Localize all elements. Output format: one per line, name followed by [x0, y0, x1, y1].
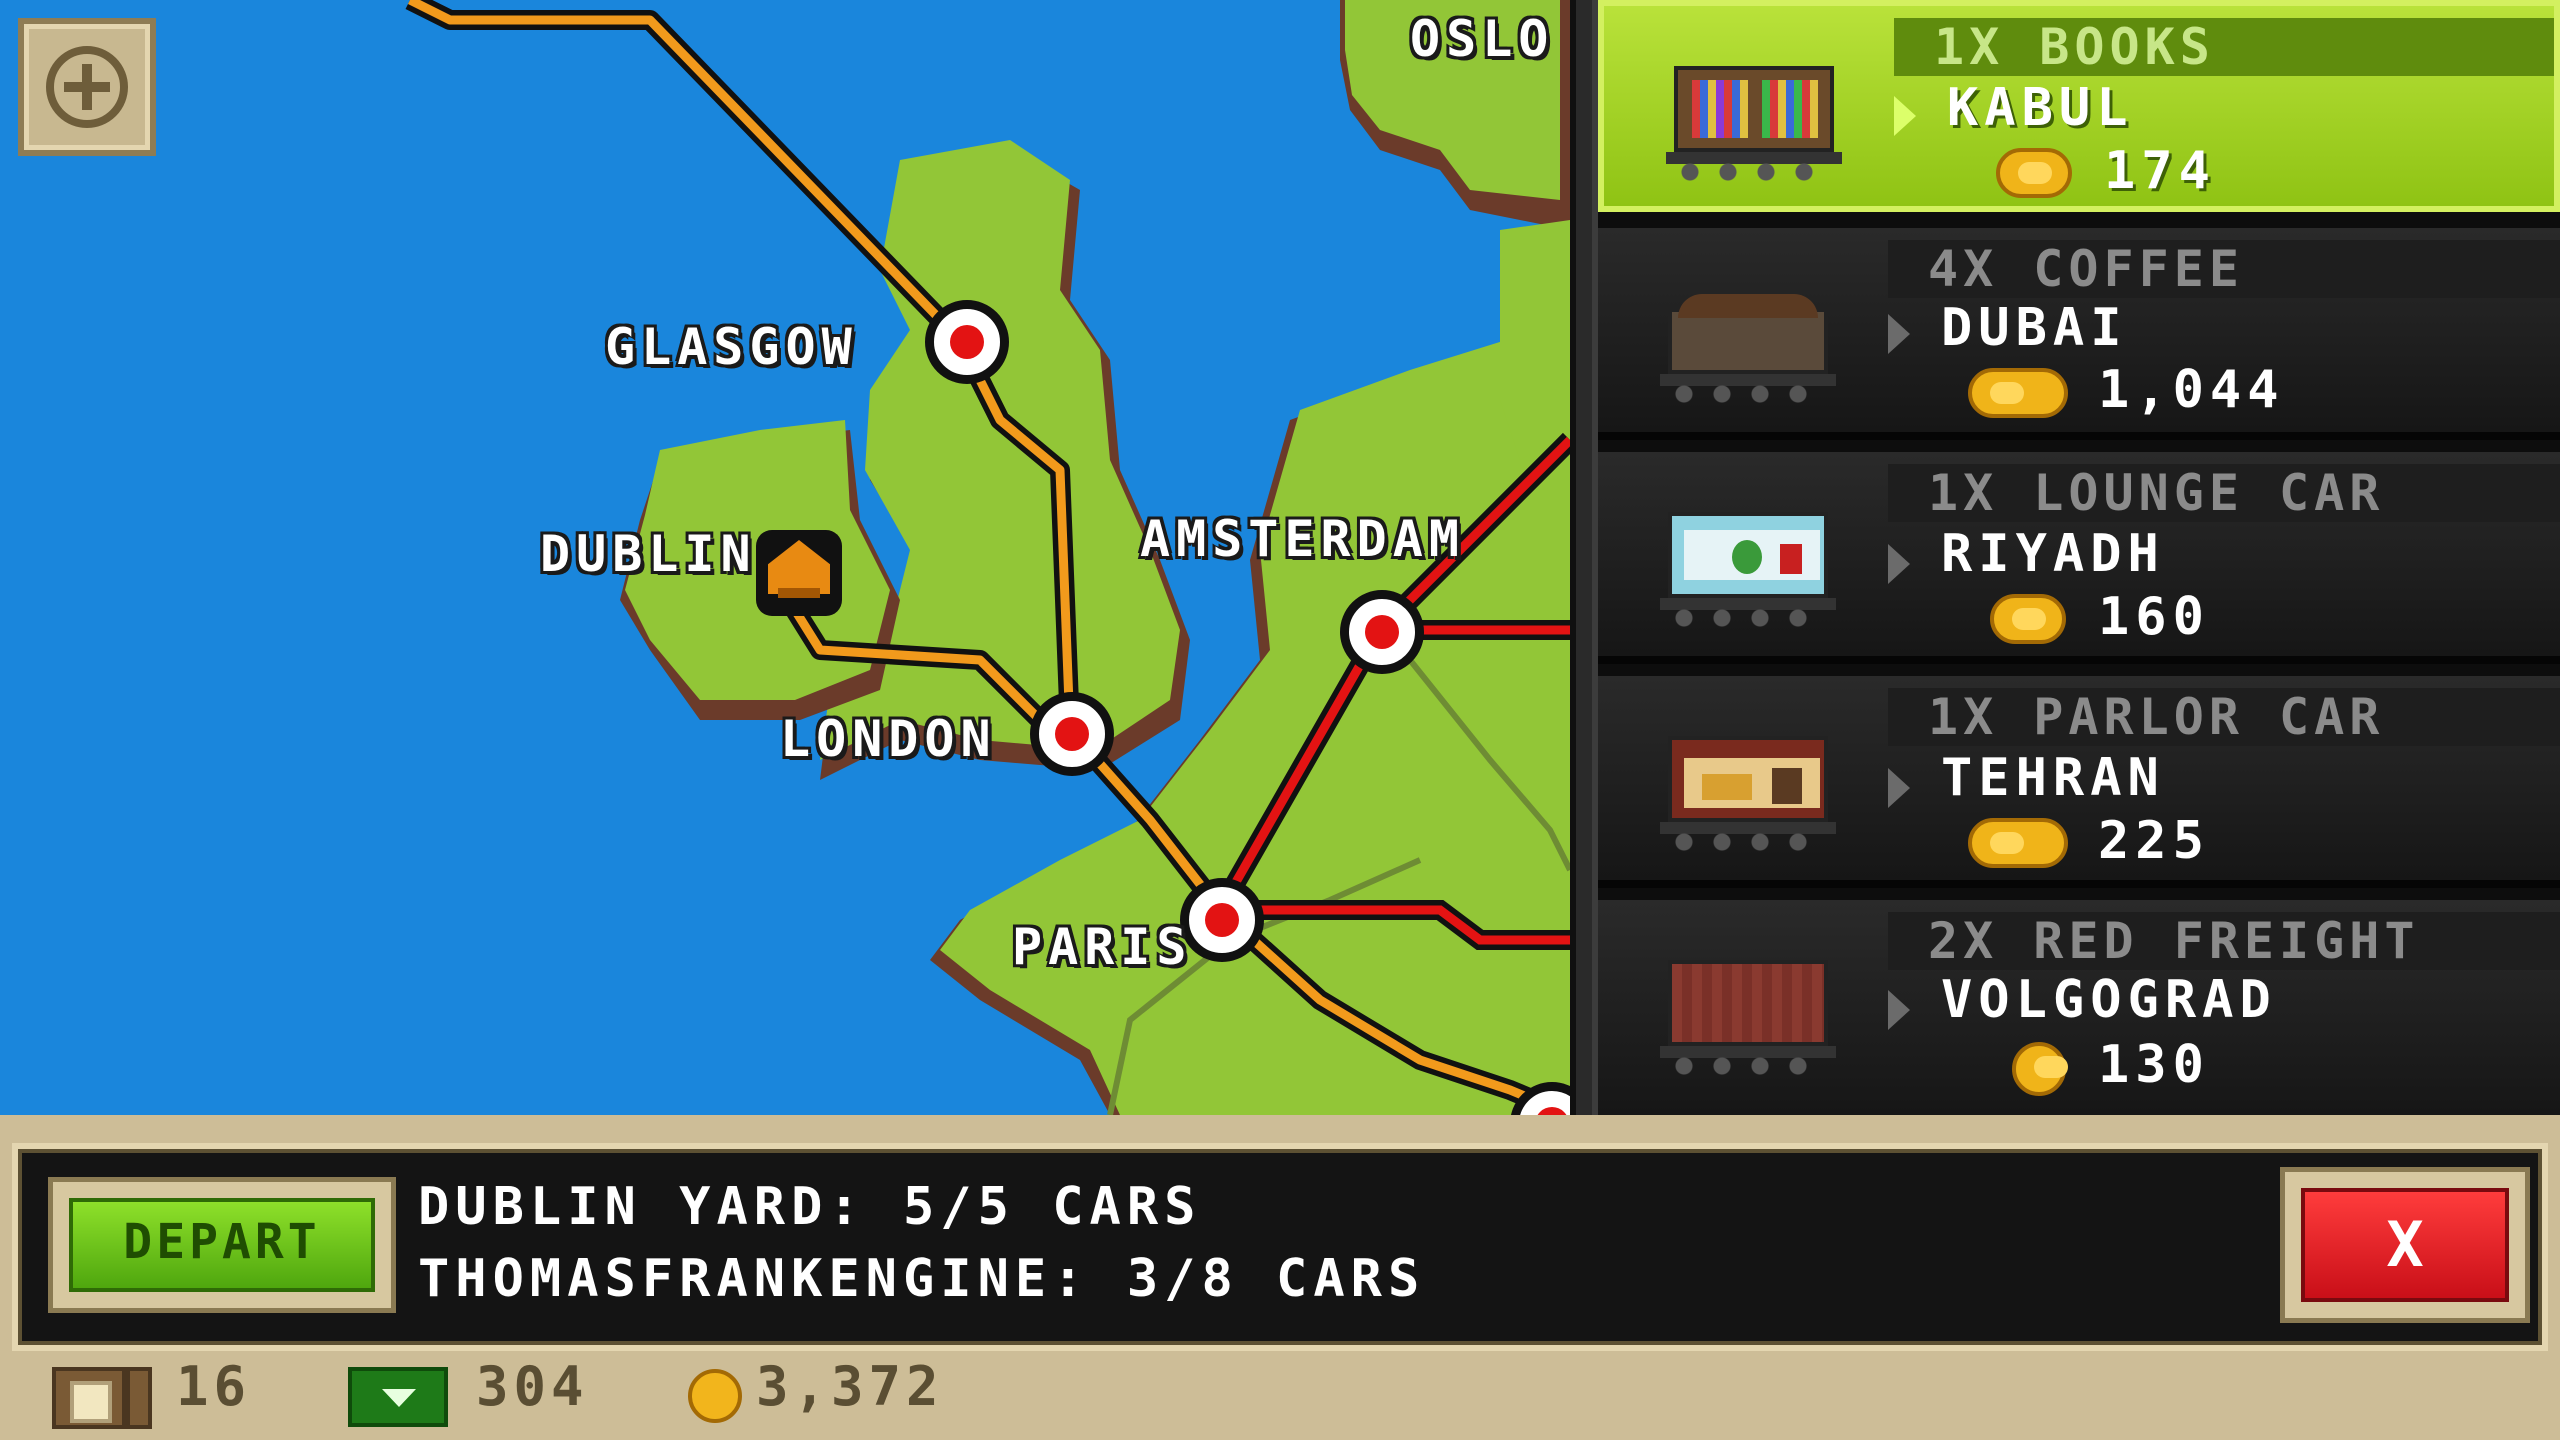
yard-capacity-text: DUBLIN YARD: 5/5 CARS	[418, 1177, 1202, 1237]
books-wagon-icon	[1666, 66, 1842, 186]
red-freight-icon	[1660, 960, 1836, 1080]
coin-icon	[2012, 1042, 2068, 1096]
city-label-paris: PARIS	[1012, 918, 1193, 976]
city-label-oslo: OSLO	[1410, 10, 1555, 68]
depart-label: DEPART	[69, 1198, 375, 1292]
cargo-item-books[interactable]: 1X BOOKS KABUL 174	[1598, 0, 2560, 212]
cargo-title: 1X LOUNGE CAR	[1888, 464, 2560, 522]
cargo-reward: 130	[2098, 1035, 2210, 1095]
city-label-dublin: DUBLIN	[540, 525, 757, 583]
bux-count: 16	[176, 1355, 252, 1418]
cargo-destination: TEHRAN	[1941, 748, 2165, 808]
arrow-icon	[1894, 96, 1916, 136]
cargo-title: 2X RED FREIGHT	[1888, 912, 2560, 970]
depart-button[interactable]: DEPART	[48, 1177, 396, 1313]
station-glasgow[interactable]	[925, 300, 1009, 384]
cargo-reward: 160	[2098, 587, 2210, 647]
cargo-reward: 225	[2098, 811, 2210, 871]
cargo-item-red-freight[interactable]: 2X RED FREIGHT VOLGOGRAD 130	[1598, 900, 2560, 1115]
dublin-yard-icon[interactable]	[756, 530, 842, 616]
cargo-destination: VOLGOGRAD	[1941, 970, 2277, 1030]
arrow-icon	[1888, 768, 1910, 808]
gold-count: 3,372	[756, 1355, 944, 1418]
cargo-reward: 1,044	[2098, 360, 2285, 420]
cargo-title: 4X COFFEE	[1888, 240, 2560, 298]
bottom-bar: DEPART DUBLIN YARD: 5/5 CARS THOMASFRANK…	[0, 1115, 2560, 1440]
cargo-title: 1X BOOKS	[1894, 18, 2554, 76]
coin-icon	[1990, 594, 2066, 644]
station-london[interactable]	[1030, 692, 1114, 776]
arrow-icon	[1888, 990, 1910, 1030]
panel-divider	[1570, 0, 1598, 1115]
engine-capacity-text: THOMASFRANKENGINE: 3/8 CARS	[418, 1249, 1426, 1309]
zoom-in-button[interactable]	[18, 18, 156, 156]
station-amsterdam[interactable]	[1340, 590, 1424, 674]
cargo-item-lounge-car[interactable]: 1X LOUNGE CAR RIYADH 160	[1598, 452, 2560, 664]
close-icon: X	[2301, 1188, 2509, 1302]
coin-stack-icon	[1968, 818, 2068, 868]
coffee-wagon-icon	[1660, 288, 1836, 408]
cargo-title: 1X PARLOR CAR	[1888, 688, 2560, 746]
status-bar: 16 304 3,372	[0, 1355, 2560, 1440]
bux-crate-icon	[52, 1367, 152, 1429]
cargo-list[interactable]: 1X BOOKS KABUL 174 4X COFFEE DUBAI 1,044…	[1598, 0, 2560, 1115]
close-button[interactable]: X	[2280, 1167, 2530, 1323]
arrow-icon	[1888, 544, 1910, 584]
lounge-car-icon	[1660, 512, 1836, 632]
gold-coin-icon	[688, 1369, 742, 1423]
coin-stack-icon	[1968, 368, 2068, 418]
arrow-icon	[1888, 314, 1910, 354]
coin-icon	[1996, 148, 2072, 198]
cargo-destination: RIYADH	[1941, 524, 2165, 584]
yard-info-panel: DEPART DUBLIN YARD: 5/5 CARS THOMASFRANK…	[12, 1143, 2548, 1351]
parlor-car-icon	[1660, 736, 1836, 856]
city-label-glasgow: GLASGOW	[605, 318, 858, 376]
cargo-reward: 174	[2104, 141, 2216, 201]
cargo-item-coffee[interactable]: 4X COFFEE DUBAI 1,044	[1598, 228, 2560, 440]
city-label-london: LONDON	[780, 710, 997, 768]
cargo-item-parlor-car[interactable]: 1X PARLOR CAR TEHRAN 225	[1598, 676, 2560, 888]
cash-icon	[348, 1367, 448, 1427]
station-paris[interactable]	[1180, 878, 1264, 962]
world-map[interactable]: OSLO GLASGOW DUBLIN AMSTERDAM LONDON PAR…	[0, 0, 1570, 1115]
cash-count: 304	[476, 1355, 589, 1418]
cargo-destination: KABUL	[1947, 78, 2134, 138]
cargo-destination: DUBAI	[1941, 298, 2128, 358]
city-label-amsterdam: AMSTERDAM	[1140, 510, 1465, 568]
